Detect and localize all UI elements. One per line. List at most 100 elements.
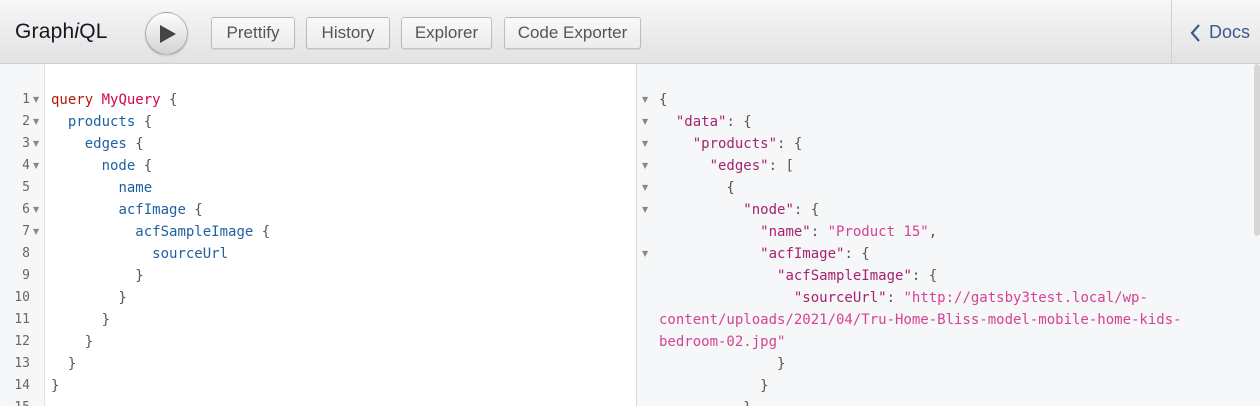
result-token: bedroom-02.jpg" xyxy=(659,334,786,350)
fold-arrow-icon[interactable]: ▼ xyxy=(33,221,39,243)
line-number: 2 xyxy=(22,114,30,129)
result-line: { xyxy=(659,177,735,199)
query-line: } xyxy=(51,331,93,353)
query-token: products xyxy=(67,114,136,130)
fold-arrow-icon[interactable]: ▼ xyxy=(642,199,648,221)
fold-arrow-icon[interactable]: ▼ xyxy=(642,111,648,133)
line-number-gutter: 1▼2▼3▼4▼56▼7▼89101112131415 xyxy=(0,64,45,406)
result-scrollbar[interactable] xyxy=(1254,64,1260,236)
fold-arrow-icon[interactable]: ▼ xyxy=(33,199,39,221)
result-line: "acfSampleImage": { xyxy=(659,265,937,287)
query-token: } xyxy=(51,356,77,372)
result-token: content/uploads/2021/04/Tru-Home-Bliss-m… xyxy=(659,312,1182,328)
line-number: 1 xyxy=(22,92,30,107)
query-token: } xyxy=(51,378,60,394)
result-line: "data": { xyxy=(659,111,752,133)
result-line: "products": { xyxy=(659,133,803,155)
result-token: "acfImage" xyxy=(760,246,845,262)
line-number: 8 xyxy=(22,246,30,261)
explorer-button[interactable]: Explorer xyxy=(401,17,492,49)
fold-arrow-icon[interactable]: ▼ xyxy=(642,133,648,155)
query-line: } xyxy=(51,265,144,287)
result-token xyxy=(659,158,710,174)
result-token: : { xyxy=(911,268,938,284)
result-line: } xyxy=(659,397,751,406)
query-line: } xyxy=(51,375,59,397)
line-number: 13 xyxy=(14,356,30,371)
result-token xyxy=(659,224,760,240)
query-line: acfSampleImage { xyxy=(51,221,270,243)
query-line: products { xyxy=(51,111,152,133)
line-number: 7 xyxy=(22,224,30,239)
query-token: { xyxy=(160,92,178,108)
result-line: "node": { xyxy=(659,199,819,221)
query-token: } xyxy=(51,268,144,284)
query-token: sourceUrl xyxy=(152,246,229,262)
result-line: { xyxy=(659,89,667,111)
fold-arrow-icon[interactable]: ▼ xyxy=(33,133,39,155)
result-token: "products" xyxy=(692,136,778,152)
result-token xyxy=(659,290,794,306)
result-token: , xyxy=(928,224,938,240)
query-token: { xyxy=(253,224,271,240)
query-line: sourceUrl xyxy=(51,243,228,265)
result-line: "acfImage": { xyxy=(659,243,870,265)
result-token: "acfSampleImage" xyxy=(777,268,912,284)
result-token: : xyxy=(886,290,904,306)
result-token: } xyxy=(659,356,786,372)
code-exporter-button[interactable]: Code Exporter xyxy=(504,17,641,49)
result-token xyxy=(659,202,743,218)
query-line: edges { xyxy=(51,133,144,155)
prettify-button[interactable]: Prettify xyxy=(211,17,295,49)
result-viewer[interactable]: ▼ ▼ ▼ ▼ ▼ ▼ ▼ { "data": { "products": { "edges… xyxy=(636,64,1260,406)
result-token xyxy=(659,246,760,262)
line-number: 9 xyxy=(22,268,30,283)
app-title: GraphiQL xyxy=(15,20,108,43)
query-token xyxy=(51,114,68,130)
query-token xyxy=(93,92,101,108)
execute-query-button[interactable] xyxy=(145,12,188,55)
history-button[interactable]: History xyxy=(306,17,390,49)
line-number: 5 xyxy=(22,180,30,195)
query-token: { xyxy=(185,202,203,218)
docs-button[interactable]: Docs xyxy=(1190,22,1250,43)
query-token xyxy=(51,136,85,152)
fold-arrow-icon[interactable]: ▼ xyxy=(33,111,39,133)
line-number: 3 xyxy=(22,136,30,151)
query-token: } xyxy=(51,334,94,350)
chevron-left-icon xyxy=(1190,23,1200,42)
result-line: content/uploads/2021/04/Tru-Home-Bliss-m… xyxy=(659,309,1182,331)
fold-arrow-icon[interactable]: ▼ xyxy=(33,89,39,111)
query-line: query MyQuery { xyxy=(51,89,177,111)
fold-arrow-icon[interactable]: ▼ xyxy=(642,177,648,199)
query-line: } xyxy=(51,287,126,309)
result-token: { xyxy=(659,180,735,196)
fold-arrow-icon[interactable]: ▼ xyxy=(642,89,648,111)
query-editor[interactable]: 1▼2▼3▼4▼56▼7▼89101112131415 query MyQuer… xyxy=(0,64,636,406)
toolbar: GraphiQL Prettify History Explorer Code … xyxy=(0,0,1260,64)
query-token: MyQuery xyxy=(101,92,161,108)
result-token: "sourceUrl" xyxy=(793,290,887,306)
line-number: 14 xyxy=(14,378,30,393)
result-line: "edges": [ xyxy=(659,155,794,177)
result-token: } xyxy=(659,400,751,406)
query-token: } xyxy=(51,312,111,328)
fold-arrow-icon[interactable]: ▼ xyxy=(642,243,648,265)
fold-arrow-icon[interactable]: ▼ xyxy=(33,155,39,177)
fold-arrow-icon[interactable]: ▼ xyxy=(642,155,648,177)
query-token: node xyxy=(101,158,136,174)
query-token: acfSampleImage xyxy=(135,224,254,240)
line-number: 4 xyxy=(22,158,30,173)
query-token: { xyxy=(126,136,144,152)
docs-explorer-toggle: Docs xyxy=(1171,0,1260,63)
result-line: } xyxy=(659,375,768,397)
result-token: "name" xyxy=(760,224,811,240)
query-token: name xyxy=(118,180,153,196)
query-line: node { xyxy=(51,155,153,177)
result-line: "sourceUrl": "http://gatsby3test.local/w… xyxy=(659,287,1148,309)
query-line: } xyxy=(51,309,110,331)
result-token: : { xyxy=(793,202,820,218)
docs-label: Docs xyxy=(1209,22,1251,42)
query-line: acfImage { xyxy=(51,199,203,221)
query-token xyxy=(51,158,102,174)
